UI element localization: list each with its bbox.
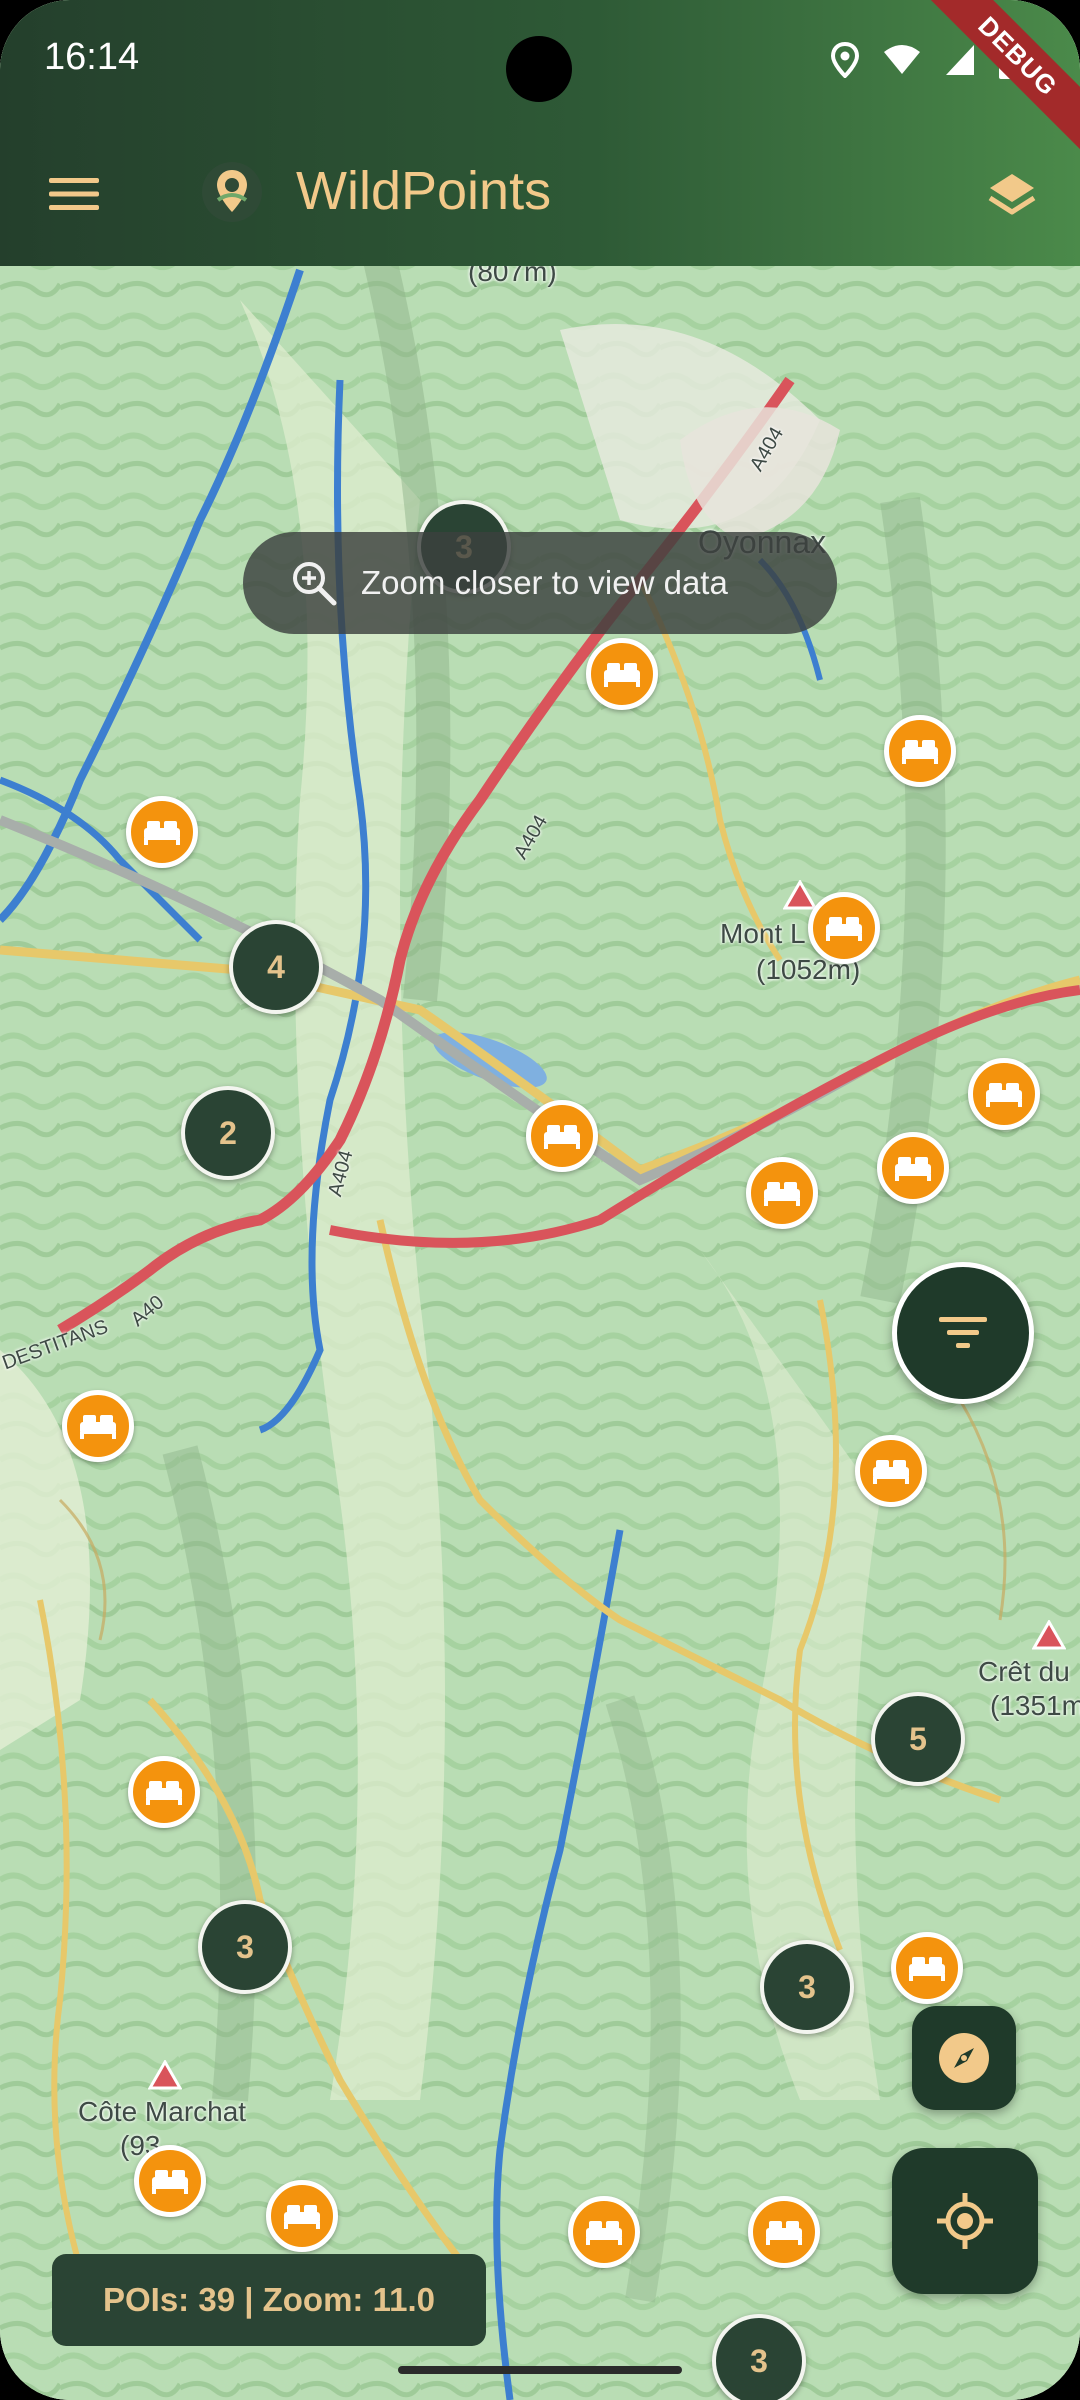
app-bar: WildPoints: [0, 134, 1080, 254]
bed-icon: [902, 740, 938, 764]
cluster-marker[interactable]: 5: [871, 1692, 965, 1786]
bed-icon: [909, 1957, 945, 1981]
gesture-navigation-bar[interactable]: [398, 2366, 682, 2374]
filter-icon: [939, 1317, 987, 1348]
poi-marker[interactable]: [855, 1435, 927, 1507]
compass-button[interactable]: [912, 2006, 1016, 2110]
bed-icon: [586, 2221, 622, 2245]
poi-marker[interactable]: [968, 1058, 1040, 1130]
poi-marker[interactable]: [586, 638, 658, 710]
cluster-marker[interactable]: 2: [181, 1086, 275, 1180]
poi-marker[interactable]: [62, 1390, 134, 1462]
layers-button[interactable]: [974, 158, 1050, 234]
bed-icon: [80, 1415, 116, 1439]
bed-icon: [986, 1083, 1022, 1107]
zoom-hint-banner: Zoom closer to view data: [243, 532, 837, 634]
app-title: WildPoints: [296, 161, 552, 221]
compass-icon: [939, 2033, 989, 2083]
cluster-marker[interactable]: 3: [760, 1940, 854, 2034]
poi-marker[interactable]: [891, 1932, 963, 2004]
hamburger-menu-icon: [49, 178, 99, 210]
menu-button[interactable]: [38, 158, 110, 230]
camera-cutout: [506, 36, 572, 102]
signal-icon: [946, 45, 974, 75]
bed-icon: [895, 1157, 931, 1181]
poi-marker[interactable]: [128, 1756, 200, 1828]
map-pin-logo-icon: [202, 162, 262, 222]
poi-marker[interactable]: [126, 796, 198, 868]
bed-icon: [152, 2170, 188, 2194]
zoom-in-icon: [293, 562, 337, 606]
bed-icon: [284, 2205, 320, 2229]
poi-marker[interactable]: [134, 2145, 206, 2217]
bed-icon: [604, 663, 640, 687]
poi-marker[interactable]: [746, 1157, 818, 1229]
bed-icon: [766, 2221, 802, 2245]
status-time: 16:14: [44, 36, 140, 78]
bed-icon: [764, 1182, 800, 1206]
poi-marker[interactable]: [808, 892, 880, 964]
poi-zoom-info: POIs: 39 | Zoom: 11.0: [52, 2254, 486, 2346]
cluster-marker[interactable]: 3: [198, 1900, 292, 1994]
bed-icon: [826, 917, 862, 941]
poi-marker[interactable]: [266, 2180, 338, 2252]
my-location-icon: [937, 2193, 993, 2249]
zoom-hint-text: Zoom closer to view data: [361, 564, 728, 601]
top-bar: 16:14 DEBUG WildPoints: [0, 0, 1080, 266]
bed-icon: [144, 821, 180, 845]
poi-marker[interactable]: [748, 2196, 820, 2268]
bed-icon: [873, 1460, 909, 1484]
cluster-marker[interactable]: 4: [229, 920, 323, 1014]
poi-marker[interactable]: [877, 1132, 949, 1204]
filter-button[interactable]: [892, 1262, 1034, 1404]
cluster-marker[interactable]: 3: [712, 2314, 806, 2400]
bed-icon: [544, 1125, 580, 1149]
status-bar: 16:14: [0, 0, 1080, 120]
poi-marker[interactable]: [526, 1100, 598, 1172]
poi-marker[interactable]: [884, 715, 956, 787]
poi-marker[interactable]: [568, 2196, 640, 2268]
layers-icon: [988, 174, 1036, 215]
location-icon: [830, 42, 860, 78]
bed-icon: [146, 1781, 182, 1805]
phone-screen: (807m) Oyonnax A404 A404 A404 A40 DESTIT…: [0, 0, 1080, 2400]
wifi-icon: [884, 45, 920, 74]
my-location-button[interactable]: [892, 2148, 1038, 2294]
